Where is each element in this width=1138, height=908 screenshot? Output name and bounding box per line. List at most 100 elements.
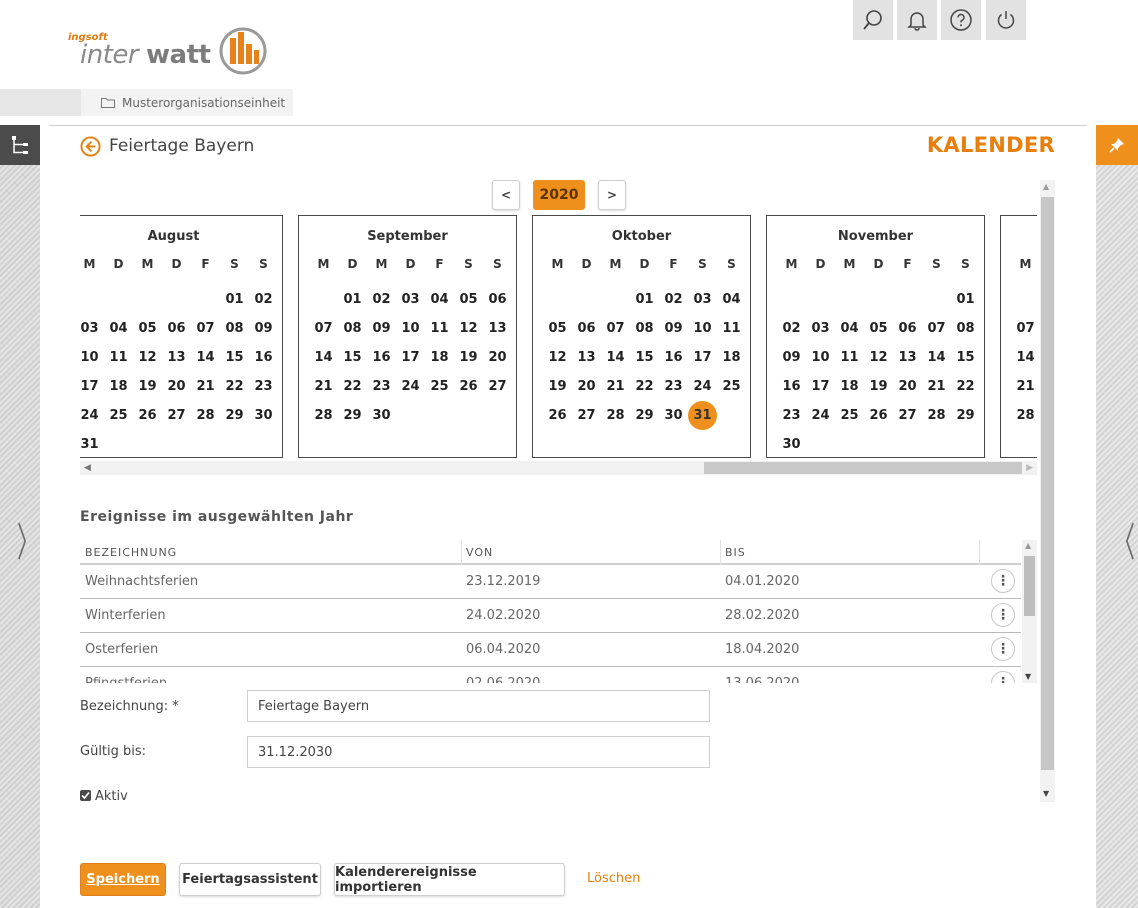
calendar-day[interactable]: 16 [659,343,688,372]
calendar-day[interactable]: 12 [133,343,162,372]
calendar-day[interactable]: 25 [104,401,133,430]
calendar-day[interactable]: 28 [1011,401,1037,430]
calendar-day[interactable]: 20 [162,372,191,401]
next-year-button[interactable]: > [598,180,626,210]
calendar-day[interactable]: 21 [922,372,951,401]
valid-until-field[interactable] [247,736,710,768]
calendar-day[interactable]: 09 [249,314,278,343]
calendar-day[interactable]: 11 [717,314,746,343]
calendar-day[interactable]: 14 [309,343,338,372]
calendar-horizontal-scrollbar[interactable]: ◀ ▶ [80,461,1037,475]
calendar-day[interactable]: 06 [483,285,512,314]
calendar-day[interactable]: 03 [688,285,717,314]
calendar-day[interactable]: 07 [309,314,338,343]
calendar-day[interactable]: 27 [483,372,512,401]
calendar-day[interactable]: 13 [162,343,191,372]
import-events-button[interactable]: Kalenderereignisse importieren [334,863,565,896]
name-field[interactable] [247,690,710,722]
calendar-day[interactable]: 13 [572,343,601,372]
scroll-up-icon[interactable]: ▲ [1025,541,1031,550]
scroll-down-icon[interactable]: ▼ [1043,789,1049,798]
calendar-day[interactable]: 29 [630,401,659,430]
calendar-day[interactable]: 16 [777,372,806,401]
calendar-day[interactable]: 19 [454,343,483,372]
calendar-day[interactable]: 14 [601,343,630,372]
calendar-day[interactable]: 27 [572,401,601,430]
calendar-day[interactable]: 19 [133,372,162,401]
calendar-day[interactable]: 25 [717,372,746,401]
year-display[interactable]: 2020 [533,180,585,210]
calendar-day[interactable]: 04 [717,285,746,314]
calendar-day[interactable]: 11 [104,343,133,372]
table-row[interactable]: Osterferien 06.04.2020 18.04.2020 ⋮ [80,633,1021,667]
calendar-day[interactable]: 02 [249,285,278,314]
expand-left-icon[interactable]: 〉 [17,510,39,568]
calendar-day[interactable]: 08 [338,314,367,343]
calendar-day[interactable]: 25 [425,372,454,401]
col-header-name[interactable]: BEZEICHNUNG [85,546,177,559]
calendar-day[interactable]: 26 [133,401,162,430]
calendar-day[interactable]: 15 [338,343,367,372]
calendar-day[interactable]: 10 [688,314,717,343]
holiday-day[interactable]: 31 [688,401,717,430]
calendar-day[interactable]: 24 [688,372,717,401]
calendar-day[interactable]: 14 [922,343,951,372]
calendar-day[interactable]: 26 [543,401,572,430]
save-button[interactable]: Speichern [80,863,166,896]
calendar-day[interactable]: 23 [659,372,688,401]
help-button[interactable] [941,0,981,40]
events-scroll-thumb[interactable] [1024,556,1035,616]
holiday-assistant-button[interactable]: Feiertagsassistent [179,863,321,896]
calendar-day[interactable]: 12 [543,343,572,372]
page-scroll-thumb[interactable] [1041,197,1054,770]
calendar-day[interactable]: 26 [864,401,893,430]
calendar-day[interactable]: 20 [483,343,512,372]
calendar-day[interactable]: 26 [454,372,483,401]
calendar-day[interactable]: 04 [104,314,133,343]
calendar-day[interactable]: 22 [338,372,367,401]
calendar-day[interactable]: 08 [220,314,249,343]
logout-button[interactable] [986,0,1026,40]
calendar-day[interactable]: 19 [543,372,572,401]
calendar-day[interactable]: 29 [220,401,249,430]
calendar-day[interactable]: 02 [659,285,688,314]
calendar-day[interactable]: 23 [777,401,806,430]
calendar-day[interactable]: 05 [133,314,162,343]
calendar-day[interactable]: 30 [367,401,396,430]
calendar-day[interactable]: 15 [630,343,659,372]
calendar-day[interactable]: 24 [80,401,104,430]
calendar-day[interactable]: 20 [572,372,601,401]
calendar-day[interactable]: 23 [249,372,278,401]
calendar-day[interactable]: 12 [454,314,483,343]
page-vertical-scrollbar[interactable]: ▲ ▼ [1040,180,1055,802]
table-row[interactable]: Pfingstferien 02.06.2020 13.06.2020 ⋮ [80,667,1021,683]
calendar-day[interactable]: 27 [162,401,191,430]
calendar-day[interactable]: 17 [80,372,104,401]
calendar-day[interactable]: 10 [806,343,835,372]
calendar-day[interactable]: 30 [659,401,688,430]
events-scrollbar[interactable]: ▲ ▼ [1022,540,1037,683]
calendar-day[interactable]: 20 [893,372,922,401]
calendar-day[interactable]: 27 [893,401,922,430]
calendar-day[interactable]: 25 [835,401,864,430]
calendar-day[interactable]: 05 [864,314,893,343]
calendar-day[interactable]: 12 [864,343,893,372]
row-menu-button[interactable]: ⋮ [991,569,1015,593]
calendar-day[interactable]: 21 [309,372,338,401]
calendar-day[interactable]: 09 [659,314,688,343]
calendar-day[interactable]: 01 [630,285,659,314]
calendar-day[interactable]: 08 [630,314,659,343]
calendar-day[interactable]: 18 [717,343,746,372]
calendar-day[interactable]: 19 [864,372,893,401]
calendar-day[interactable]: 11 [425,314,454,343]
calendar-day[interactable]: 08 [951,314,980,343]
calendar-day[interactable]: 10 [80,343,104,372]
calendar-day[interactable]: 24 [806,401,835,430]
calendar-day[interactable]: 06 [162,314,191,343]
calendar-day[interactable]: 29 [951,401,980,430]
calendar-day[interactable]: 01 [220,285,249,314]
calendar-day[interactable]: 17 [806,372,835,401]
calendar-day[interactable]: 10 [396,314,425,343]
col-header-from[interactable]: VON [466,546,493,559]
calendar-day[interactable]: 02 [367,285,396,314]
